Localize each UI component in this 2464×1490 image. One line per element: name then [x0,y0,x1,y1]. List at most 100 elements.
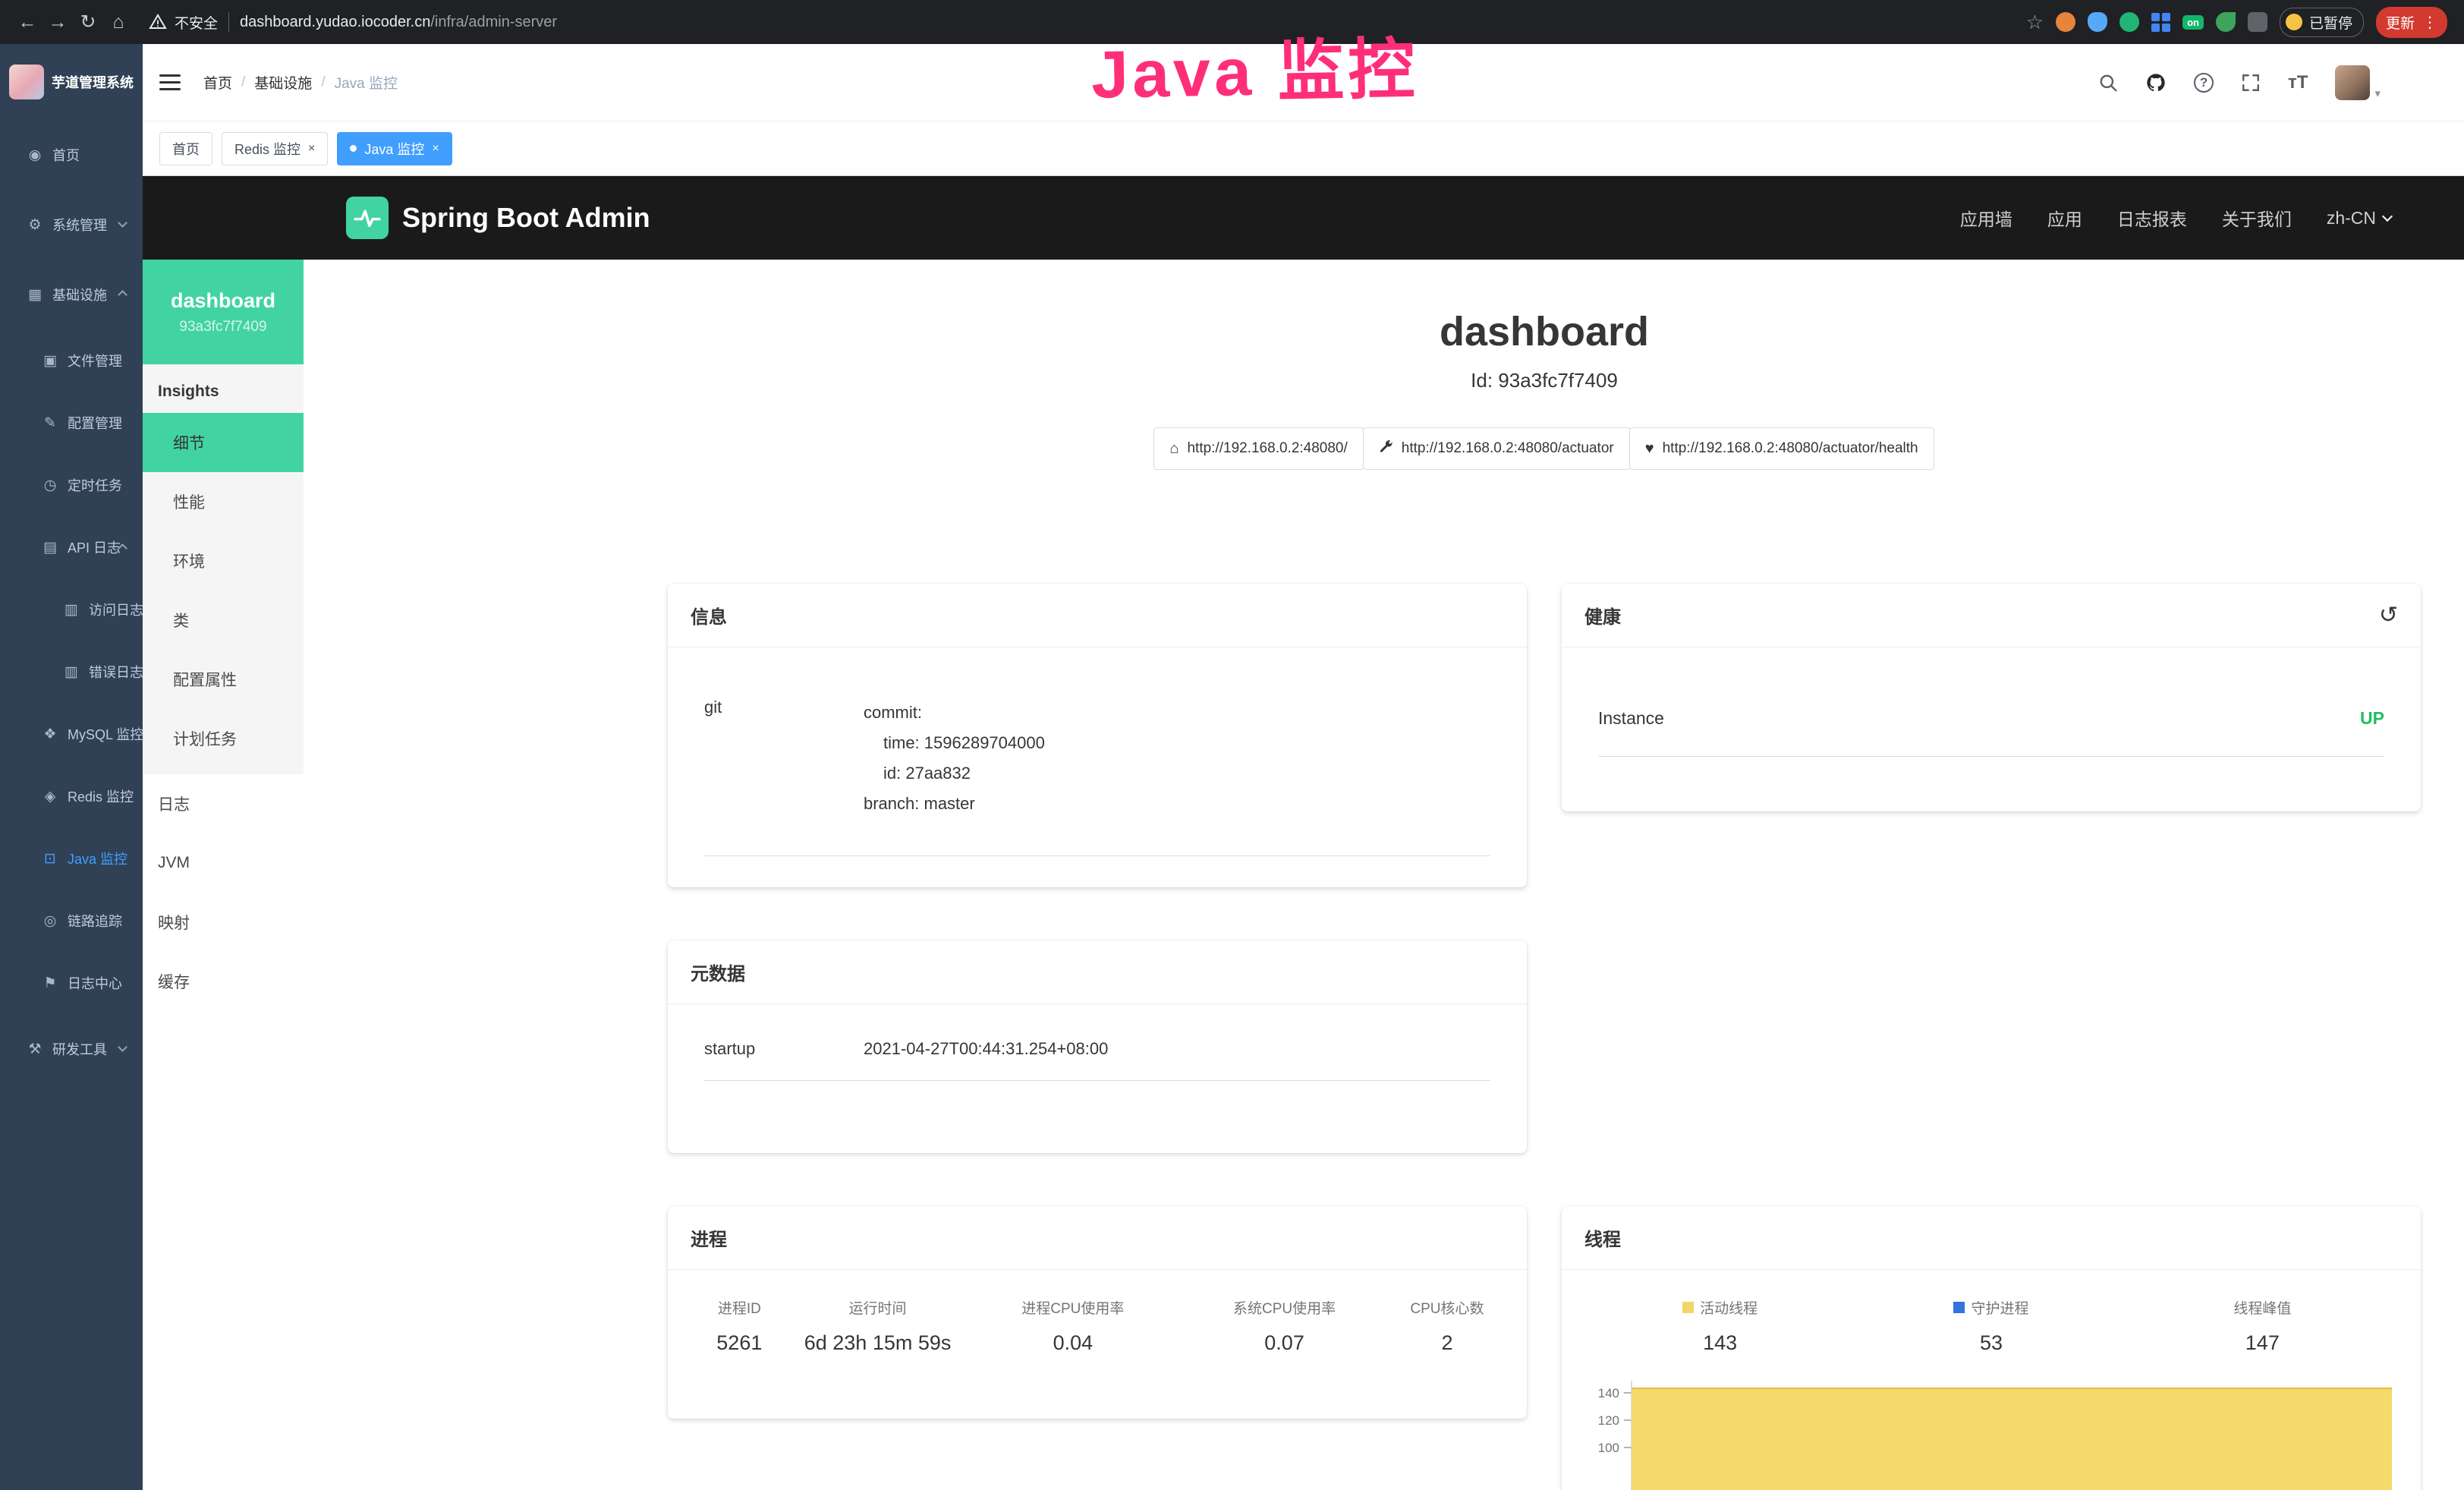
row-label: git [704,698,864,819]
sidebar-item-label: 配置管理 [68,413,122,433]
site-security-chip[interactable]: 不安全 [149,12,218,33]
extension-on-badge[interactable]: on [2182,15,2204,30]
sidebar-item-label: 定时任务 [68,475,122,495]
sidebar-item-system[interactable]: ⚙ 系统管理 [0,190,143,260]
nav-wallboard[interactable]: 应用墙 [1960,205,2012,231]
sidebar-item-file-manage[interactable]: ▣ 文件管理 [0,329,143,392]
sidebar-item-log-center[interactable]: ⚑ 日志中心 [0,952,143,1014]
sba-item-jvm[interactable]: JVM [143,833,304,893]
update-label: 更新 [2386,12,2415,33]
browser-menu-icon: ⋮ [2422,13,2437,32]
sidebar-item-mysql-monitor[interactable]: ❖ MySQL 监控 [0,703,143,765]
sidebar-item-home[interactable]: ◉ 首页 [0,120,143,190]
nav-applications[interactable]: 应用 [2047,205,2082,231]
sidebar-toggle-icon[interactable] [159,74,181,90]
breadcrumb-item[interactable]: 基础设施 [254,72,312,93]
extension-icon[interactable] [2216,12,2236,32]
sidebar-item-label: 错误日志 [89,662,143,682]
extension-icon[interactable] [2151,13,2170,32]
row-value: 2021-04-27T00:44:31.254+08:00 [864,1039,1108,1059]
url-domain: dashboard.yudao.iocoder.cn [240,14,430,30]
extension-icon[interactable] [2248,12,2267,32]
extension-icon[interactable] [2119,12,2139,32]
app-title: 芋道管理系统 [52,72,134,92]
sba-item-config-props[interactable]: 配置属性 [143,650,304,709]
extension-icon[interactable] [2088,12,2107,32]
chevron-down-icon [118,1042,127,1052]
insights-heading: Insights [143,364,304,413]
legend-value: 143 [1584,1331,1855,1355]
actuator-url-link[interactable]: http://192.168.0.2:48080/actuator [1363,427,1630,470]
bookmark-star-icon[interactable]: ☆ [2026,11,2044,34]
sba-item-mappings[interactable]: 映射 [143,893,304,952]
link-label: http://192.168.0.2:48080/actuator [1402,440,1614,457]
app-logo[interactable]: 芋道管理系统 [0,44,143,120]
locale-select[interactable]: zh-CN [2327,208,2391,228]
sba-brand[interactable]: Spring Boot Admin [346,197,650,239]
tab-home[interactable]: 首页 [159,132,212,165]
sidebar-item-java-monitor[interactable]: ⊡ Java 监控 [0,827,143,890]
instance-header[interactable]: dashboard 93a3fc7f7409 [143,260,304,364]
redis-icon: ◈ [41,788,59,805]
legend-swatch [1682,1302,1694,1313]
sidebar-item-scheduled-job[interactable]: ◷ 定时任务 [0,454,143,516]
sidebar-item-access-log[interactable]: ▥ 访问日志 [0,578,143,641]
github-icon[interactable] [2145,72,2167,93]
sba-item-environment[interactable]: 环境 [143,531,304,591]
sidebar-item-api-log[interactable]: ▤ API 日志 [0,516,143,578]
svg-text:100: 100 [1598,1441,1619,1455]
row-label: Instance [1598,708,1664,729]
tab-redis-monitor[interactable]: Redis 监控 × [222,132,328,165]
monitor-icon: ⊡ [41,850,59,868]
app-window: 芋道管理系统 ◉ 首页 ⚙ 系统管理 ▦ 基础设施 ▣ 文件管理 ✎ [0,44,2464,1490]
tabs-bar: 首页 Redis 监控 × Java 监控 × [143,121,2464,176]
sidebar-item-dev-tools[interactable]: ⚒ 研发工具 [0,1014,143,1084]
link-label: http://192.168.0.2:48080/ [1187,440,1347,457]
sba-item-caches[interactable]: 缓存 [143,952,304,1011]
sba-sidebar: dashboard 93a3fc7f7409 Insights 细节 性能 环境… [143,260,304,1490]
forward-icon[interactable]: → [42,7,73,37]
reload-icon[interactable]: ↻ [73,7,103,37]
process-stats: 进程ID 5261 运行时间 6d 23h 15m 59s [691,1297,1504,1355]
sba-item-details[interactable]: 细节 [143,413,304,472]
sba-item-scheduled-tasks[interactable]: 计划任务 [143,709,304,768]
legend-live-threads: 活动线程 143 [1584,1297,1855,1355]
search-icon[interactable] [2098,73,2118,93]
sidebar: 芋道管理系统 ◉ 首页 ⚙ 系统管理 ▦ 基础设施 ▣ 文件管理 ✎ [0,44,143,1490]
tab-label: Redis 监控 [234,139,301,159]
sidebar-item-infra[interactable]: ▦ 基础设施 [0,260,143,329]
divider [228,12,229,32]
history-icon[interactable]: ↺ [2379,602,2398,628]
sba-item-classes[interactable]: 类 [143,591,304,650]
help-icon[interactable]: ? [2194,73,2214,93]
health-url-link[interactable]: ♥ http://192.168.0.2:48080/actuator/heal… [1629,427,1934,470]
sidebar-item-config-manage[interactable]: ✎ 配置管理 [0,392,143,454]
font-size-icon[interactable]: ᴛT [2288,72,2308,93]
legend-label: 活动线程 [1700,1297,1758,1318]
extension-icon[interactable] [2056,12,2075,32]
close-icon[interactable]: × [308,143,315,155]
fullscreen-icon[interactable] [2241,73,2261,93]
home-icon[interactable]: ⌂ [103,7,134,37]
sidebar-item-trace[interactable]: ◎ 链路追踪 [0,890,143,952]
nav-about[interactable]: 关于我们 [2222,205,2292,231]
update-button[interactable]: 更新 ⋮ [2376,7,2447,38]
user-menu[interactable]: ▾ [2335,65,2381,100]
sidebar-item-error-log[interactable]: ▥ 错误日志 [0,641,143,703]
tab-java-monitor[interactable]: Java 监控 × [337,132,452,165]
stat-value: 0.07 [1179,1331,1390,1355]
sba-item-performance[interactable]: 性能 [143,472,304,531]
profile-paused-chip[interactable]: 已暂停 [2280,8,2364,37]
back-icon[interactable]: ← [12,7,42,37]
breadcrumb-item[interactable]: 首页 [203,72,232,93]
chevron-up-icon [118,290,127,300]
sidebar-item-redis-monitor[interactable]: ◈ Redis 监控 [0,765,143,827]
sba-nav-links: 应用墙 应用 日志报表 关于我们 zh-CN [1960,205,2391,231]
home-icon: ⌂ [1169,440,1179,458]
address-bar[interactable]: dashboard.yudao.iocoder.cn/infra/admin-s… [240,14,557,31]
nav-journal[interactable]: 日志报表 [2117,205,2187,231]
card-title: 进程 [668,1206,1527,1270]
sba-item-logs[interactable]: 日志 [143,774,304,833]
service-url-link[interactable]: ⌂ http://192.168.0.2:48080/ [1153,427,1363,470]
close-icon[interactable]: × [432,143,439,155]
